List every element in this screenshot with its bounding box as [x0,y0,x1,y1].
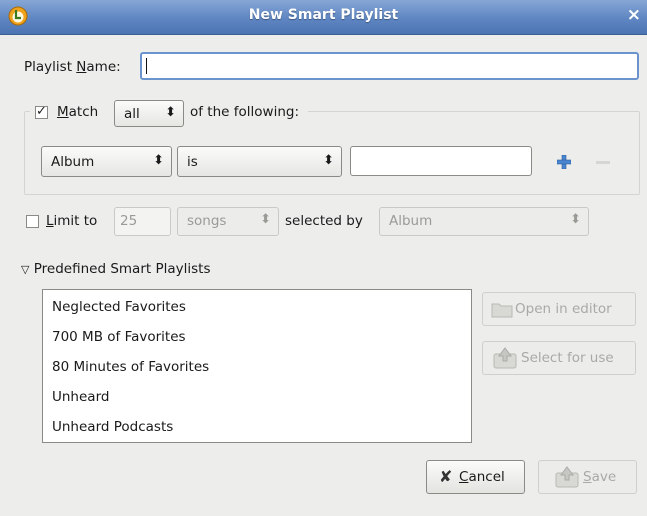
title-bar[interactable]: New Smart Playlist × [0,0,647,35]
plus-icon[interactable] [557,155,571,169]
select-for-use-button[interactable]: Select for use [482,341,636,375]
minus-icon[interactable] [596,161,610,164]
rule-operator-select[interactable]: is ⬍ [177,146,342,177]
limit-label: Limit to [46,213,98,229]
selected-by-value: Album [389,213,433,229]
limit-checkbox[interactable] [26,215,39,228]
cancel-label: Cancel [459,469,505,485]
predefined-expander-label: Predefined Smart Playlists [33,261,211,277]
updown-arrow-icon: ⬍ [153,153,164,168]
folder-icon [491,303,513,318]
cancel-icon: ✘ [439,467,453,486]
match-label: Match [57,104,99,120]
list-item[interactable]: Neglected Favorites [52,299,186,315]
list-item[interactable]: Unheard [52,389,109,405]
limit-count-input[interactable]: 25 [114,207,171,236]
predefined-playlists-list[interactable]: Neglected Favorites 700 MB of Favorites … [42,289,472,443]
updown-arrow-icon: ⬍ [260,212,271,227]
updown-arrow-icon: ⬍ [165,105,176,120]
list-item[interactable]: 700 MB of Favorites [52,329,186,345]
updown-arrow-icon: ⬍ [323,153,334,168]
limit-count-value: 25 [120,213,138,229]
match-mode-value: all [124,106,140,122]
apply-icon [493,347,517,369]
playlist-name-input[interactable] [140,52,639,80]
list-item[interactable]: Unheard Podcasts [52,419,173,435]
save-label: Save [583,469,617,485]
updown-arrow-icon: ⬍ [570,212,581,227]
rule-field-value: Album [51,154,95,170]
list-item[interactable]: 80 Minutes of Favorites [52,359,209,375]
select-for-use-label: Select for use [521,350,614,366]
text-cursor [146,58,147,74]
cancel-button[interactable]: ✘ Cancel [426,460,525,494]
limit-unit-value: songs [187,213,227,229]
match-checkbox[interactable]: ✓ [35,104,48,119]
smart-playlist-dialog: New Smart Playlist × Playlist Name: ✓ Ma… [0,0,647,516]
predefined-expander[interactable]: ▽ Predefined Smart Playlists [21,261,210,277]
open-in-editor-label: Open in editor [515,301,612,317]
close-icon[interactable]: × [627,5,641,25]
dialog-body: Playlist Name: ✓ Match all ⬍ of the foll… [0,35,647,516]
triangle-down-icon: ▽ [21,263,30,276]
match-mode-select[interactable]: all ⬍ [114,100,184,127]
window-title: New Smart Playlist [248,7,399,23]
rule-value-input[interactable] [350,146,532,176]
selected-by-select[interactable]: Album ⬍ [379,207,589,236]
rule-operator-value: is [187,154,198,170]
checkmark-icon: ✓ [36,104,47,119]
limit-unit-select[interactable]: songs ⬍ [177,207,279,236]
playlist-name-label: Playlist Name: [24,59,121,75]
save-icon [555,466,579,488]
open-in-editor-button[interactable]: Open in editor [482,292,636,326]
match-suffix-text: of the following: [190,104,299,120]
selected-by-label: selected by [285,213,363,229]
rule-field-select[interactable]: Album ⬍ [41,146,172,177]
save-button[interactable]: Save [538,460,637,494]
